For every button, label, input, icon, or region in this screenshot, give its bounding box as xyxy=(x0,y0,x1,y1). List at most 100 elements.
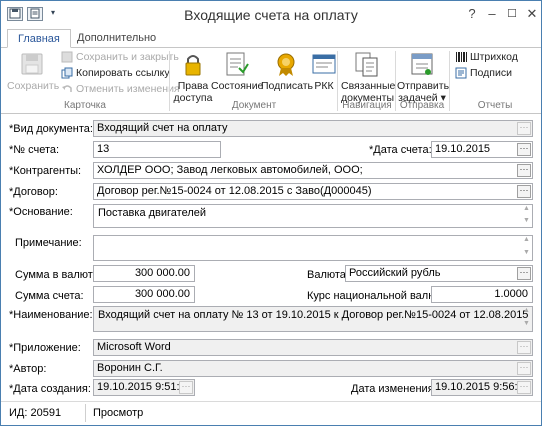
group-separator xyxy=(169,51,170,111)
barcode-icon xyxy=(456,52,467,63)
send-task-label-line1: Отправить xyxy=(397,80,450,92)
copy-link-button[interactable]: Копировать ссылку xyxy=(61,66,170,80)
title-bar: ▾ Входящие счета на оплату ? – ☐ ✕ xyxy=(1,1,541,29)
created-picker-button[interactable]: ··· xyxy=(179,381,193,394)
note-label: Примечание: xyxy=(15,237,82,249)
doc-type-select-button[interactable]: ··· xyxy=(517,122,531,135)
scroll-up-icon[interactable]: ▲ xyxy=(522,236,531,243)
window-title: Входящие счета на оплату xyxy=(184,7,358,23)
status-bar: ИД: 20591 Просмотр xyxy=(1,401,541,425)
name-label: *Наименование: xyxy=(9,309,93,321)
state-icon xyxy=(226,52,249,76)
barcode-label: Штрихкод xyxy=(470,51,518,63)
amount-field[interactable]: 300 000.00 xyxy=(93,286,195,303)
send-task-button[interactable]: Отправить задачей ▾ xyxy=(397,50,450,104)
currency-field[interactable]: Российский рубль xyxy=(345,265,533,282)
tab-additional[interactable]: Дополнительно xyxy=(67,29,166,48)
mode-indicator: Просмотр xyxy=(93,407,144,419)
currency-select-button[interactable]: ··· xyxy=(517,267,531,280)
group-navigation-label: Навигация xyxy=(342,100,392,111)
contract-field[interactable]: Договор рег.№15-0024 от 12.08.2015 с Зaв… xyxy=(93,183,533,200)
modified-picker-button[interactable]: ··· xyxy=(517,381,531,394)
document-form: *Вид документа: Входящий счет на оплату … xyxy=(1,115,541,399)
related-documents-label-line1: Связанные xyxy=(341,80,396,92)
application-label: *Приложение: xyxy=(9,342,81,354)
application-field[interactable]: Microsoft Word xyxy=(93,339,533,356)
group-separator xyxy=(395,51,396,111)
date-label: *Дата счета: xyxy=(369,144,432,156)
save-close-icon xyxy=(61,51,73,63)
rate-field[interactable]: 1.0000 xyxy=(431,286,533,303)
sign-button[interactable]: Подписать xyxy=(261,50,313,92)
counterparties-label: *Контрагенты: xyxy=(9,165,82,177)
copy-link-icon xyxy=(61,67,73,79)
basis-label: *Основание: xyxy=(9,206,73,218)
save-close-button[interactable]: Сохранить и закрыть xyxy=(61,50,179,64)
minimize-button[interactable]: – xyxy=(481,4,503,24)
save-button[interactable]: Сохранить xyxy=(7,50,60,92)
barcode-button[interactable]: Штрихкод xyxy=(455,50,518,64)
signatures-label: Подписи xyxy=(470,67,512,79)
amount-label: Сумма счета: xyxy=(15,290,84,302)
contract-label: *Договор: xyxy=(9,186,58,198)
record-id: ИД: 20591 xyxy=(9,407,62,419)
signatures-button[interactable]: Подписи xyxy=(455,66,512,80)
author-field[interactable]: Воронин С.Г. xyxy=(93,360,533,377)
number-label: *№ счета: xyxy=(9,144,60,156)
scroll-up-icon[interactable]: ▲ xyxy=(522,205,531,212)
undo-button[interactable]: Отменить изменения xyxy=(61,82,180,96)
copy-link-label: Копировать ссылку xyxy=(76,67,170,79)
save-close-label: Сохранить и закрыть xyxy=(76,51,179,63)
seal-icon xyxy=(277,53,295,76)
access-rights-button[interactable]: Права доступа xyxy=(173,50,213,104)
scroll-down-icon[interactable]: ▼ xyxy=(522,249,531,256)
modified-label: Дата изменения: xyxy=(351,383,437,395)
save-icon xyxy=(21,53,43,75)
undo-icon xyxy=(62,85,72,93)
tab-main[interactable]: Главная xyxy=(7,29,71,48)
help-icon[interactable]: ? xyxy=(461,4,483,24)
signatures-icon xyxy=(455,67,467,79)
task-icon xyxy=(411,53,433,75)
name-textarea[interactable]: Входящий счет на оплату № 13 от 19.10.20… xyxy=(93,306,533,332)
app-window: ▾ Входящие счета на оплату ? – ☐ ✕ Главн… xyxy=(0,0,542,426)
doc-type-label: *Вид документа: xyxy=(9,123,93,135)
created-label: *Дата создания: xyxy=(9,383,91,395)
date-picker-button[interactable]: ··· xyxy=(517,143,531,156)
close-button[interactable]: ✕ xyxy=(521,4,542,24)
card-icon xyxy=(312,54,336,74)
related-documents-icon xyxy=(355,52,378,77)
number-field[interactable]: 13 xyxy=(93,141,221,158)
scroll-down-icon[interactable]: ▼ xyxy=(522,217,531,224)
basis-text: Поставка двигателей xyxy=(98,207,207,219)
group-separator xyxy=(449,51,450,111)
basis-textarea[interactable]: Поставка двигателей ▲ ▼ xyxy=(93,204,533,228)
counterparties-select-button[interactable]: ··· xyxy=(517,164,531,177)
application-select-button[interactable]: ··· xyxy=(517,341,531,354)
contract-select-button[interactable]: ··· xyxy=(517,185,531,198)
counterparties-field[interactable]: ХОЛДЕР ООО; Завод легковых автомобилей, … xyxy=(93,162,533,179)
save-label: Сохранить xyxy=(7,80,60,92)
state-label: Состояние xyxy=(211,80,264,92)
author-select-button[interactable]: ··· xyxy=(517,362,531,375)
group-dispatch-label: Отправка xyxy=(399,100,445,111)
related-documents-button[interactable]: Связанные документы xyxy=(341,50,396,104)
state-button[interactable]: Состояние xyxy=(211,50,264,92)
scroll-up-icon[interactable]: ▲ xyxy=(522,307,531,314)
amount-currency-label: Сумма в валюте: xyxy=(15,269,102,281)
group-reports-label: Отчеты xyxy=(477,100,513,111)
status-separator xyxy=(85,404,86,422)
rkk-label: РКК xyxy=(314,80,334,92)
access-rights-label-line1: Права xyxy=(177,80,209,92)
rkk-button[interactable]: РКК xyxy=(309,50,339,92)
maximize-button[interactable]: ☐ xyxy=(501,4,523,24)
undo-label: Отменить изменения xyxy=(76,83,180,95)
doc-type-field[interactable]: Входящий счет на оплату xyxy=(93,120,533,137)
scroll-down-icon[interactable]: ▼ xyxy=(522,320,531,327)
note-textarea[interactable]: ▲ ▼ xyxy=(93,235,533,261)
sign-label: Подписать xyxy=(261,80,313,92)
amount-currency-field[interactable]: 300 000.00 xyxy=(93,265,195,282)
author-label: *Автор: xyxy=(9,363,47,375)
name-text: Входящий счет на оплату № 13 от 19.10.20… xyxy=(98,309,532,321)
group-separator xyxy=(337,51,338,111)
